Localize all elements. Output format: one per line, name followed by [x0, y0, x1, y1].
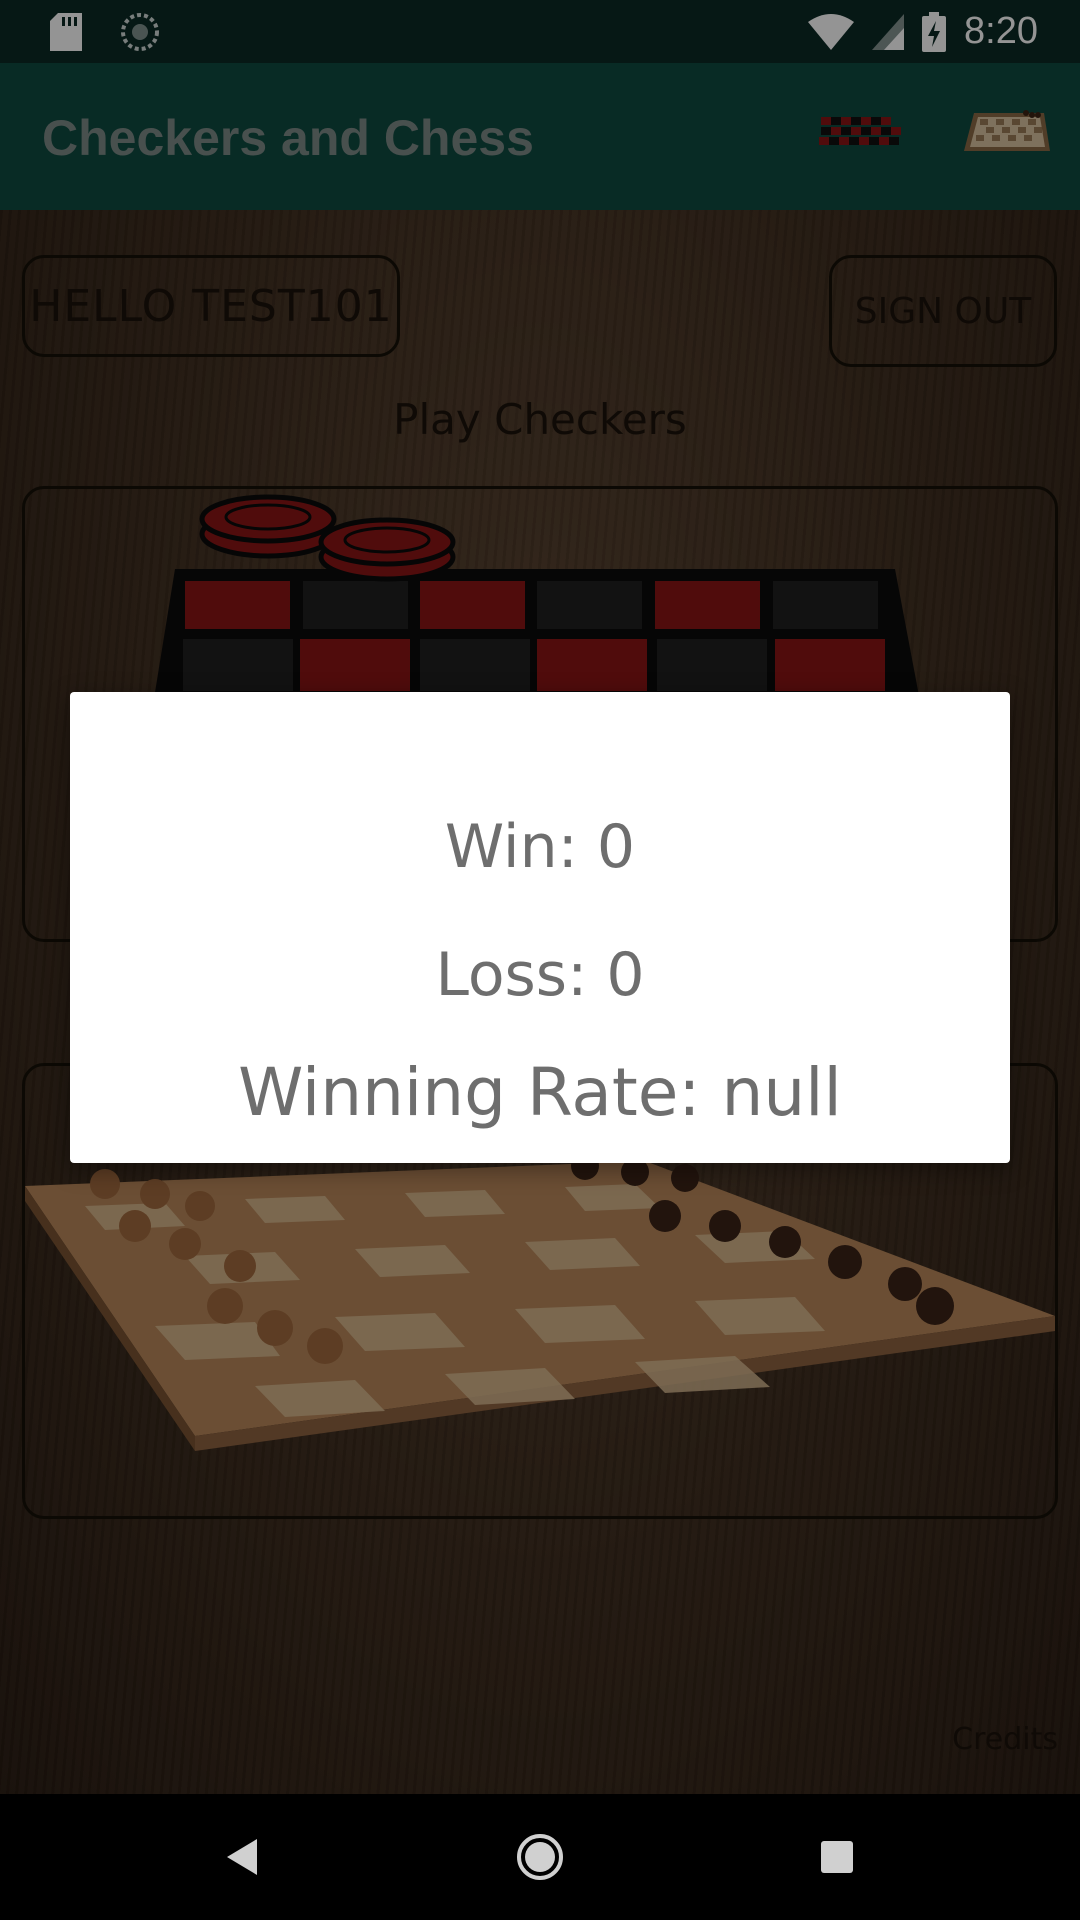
loss-count: Loss: 0 — [435, 940, 645, 1010]
home-icon — [517, 1834, 563, 1880]
recents-button[interactable] — [777, 1794, 897, 1920]
recents-icon — [821, 1841, 853, 1873]
back-icon — [227, 1839, 257, 1875]
win-count: Win: 0 — [444, 812, 636, 882]
winning-rate: Winning Rate: null — [238, 1054, 842, 1131]
navigation-bar — [0, 1794, 1080, 1920]
back-button[interactable] — [182, 1794, 302, 1920]
home-button[interactable] — [480, 1794, 600, 1920]
stats-dialog: Win: 0 Loss: 0 Winning Rate: null — [70, 692, 1010, 1163]
